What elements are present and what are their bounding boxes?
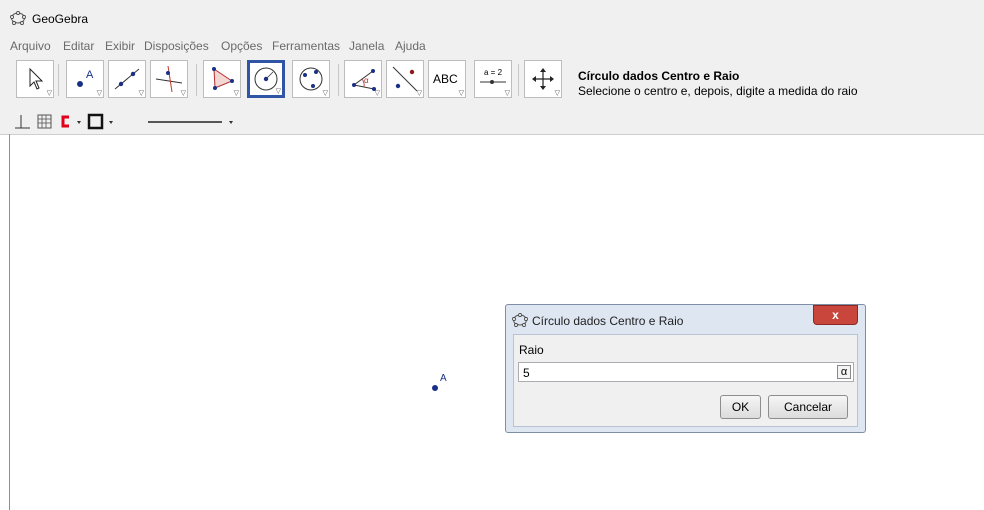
window-title: GeoGebra: [32, 12, 89, 26]
color-icon[interactable]: [61, 115, 81, 128]
toolbar: ▽ A ▽ ▽ ▽ ▽ ▽ ▽ α ▽ ▽ ABC ▽ a = 2 ▽ ▽ Cí…: [0, 56, 984, 110]
text-tool-button[interactable]: ABC ▽: [428, 60, 466, 98]
svg-text:α: α: [364, 76, 369, 85]
menu-editar[interactable]: Editar: [63, 39, 94, 53]
polygon-tool-button[interactable]: ▽: [203, 60, 241, 98]
menu-arquivo[interactable]: Arquivo: [10, 39, 51, 53]
text-tool-label: ABC: [433, 72, 458, 86]
menu-exibir[interactable]: Exibir: [105, 39, 135, 53]
svg-text:A: A: [86, 69, 94, 81]
menu-ferramentas[interactable]: Ferramentas: [272, 39, 340, 53]
menu-ajuda[interactable]: Ajuda: [395, 39, 426, 53]
dialog-close-button[interactable]: x: [813, 305, 858, 325]
circle-three-points-tool-button[interactable]: ▽: [292, 60, 330, 98]
radius-label: Raio: [519, 343, 544, 357]
slider-tool-button[interactable]: a = 2 ▽: [474, 60, 512, 98]
reflect-tool-button[interactable]: ▽: [386, 60, 424, 98]
title-bar: GeoGebra: [0, 0, 984, 37]
move-graphics-view-tool-button[interactable]: ▽: [524, 60, 562, 98]
selected-tool-name: Círculo dados Centro e Raio: [578, 69, 740, 83]
symbol-picker-button[interactable]: α: [837, 365, 851, 379]
move-tool-button[interactable]: ▽: [16, 60, 54, 98]
geogebra-logo-icon: [512, 313, 528, 327]
cancel-button[interactable]: Cancelar: [768, 395, 848, 419]
menu-disposicoes[interactable]: Disposições: [144, 39, 209, 53]
radius-input-value: 5: [523, 366, 530, 380]
line-style-icon[interactable]: [148, 121, 233, 124]
geogebra-logo-icon: [10, 11, 26, 25]
menu-opcoes[interactable]: Opções: [221, 39, 262, 53]
dialog-title: Círculo dados Centro e Raio: [532, 314, 684, 328]
grid-icon[interactable]: [37, 114, 52, 129]
point-a[interactable]: [432, 385, 438, 391]
point-tool-button[interactable]: A ▽: [66, 60, 104, 98]
menu-bar: Arquivo Editar Exibir Disposições Opções…: [0, 37, 984, 57]
line-tool-button[interactable]: ▽: [108, 60, 146, 98]
tool-help: Círculo dados Centro e Raio Selecione o …: [578, 69, 858, 98]
style-bar: [0, 110, 984, 135]
angle-tool-button[interactable]: α ▽: [344, 60, 382, 98]
point-a-label: A: [440, 373, 447, 384]
selected-tool-description: Selecione o centro e, depois, digite a m…: [578, 84, 858, 98]
circle-center-radius-tool-button[interactable]: ▽: [247, 60, 285, 98]
perpendicular-line-tool-button[interactable]: ▽: [150, 60, 188, 98]
circle-radius-dialog: Círculo dados Centro e Raio x Raio 5 α O…: [505, 304, 866, 433]
border-style-icon[interactable]: [87, 113, 113, 130]
axes-icon[interactable]: [15, 115, 30, 129]
ok-button[interactable]: OK: [720, 395, 761, 419]
dialog-body: Raio 5 α OK Cancelar: [513, 334, 858, 427]
menu-janela[interactable]: Janela: [349, 39, 384, 53]
radius-input[interactable]: 5 α: [518, 362, 854, 382]
